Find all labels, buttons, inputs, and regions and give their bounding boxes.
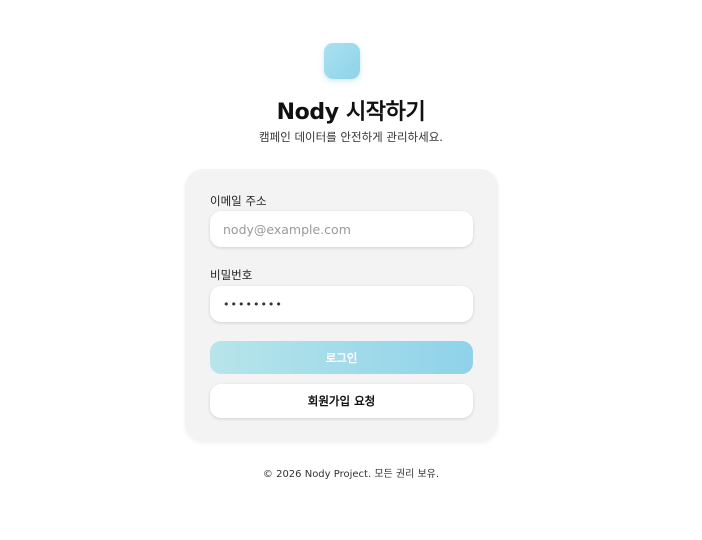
email-label: 이메일 주소 [210, 194, 267, 208]
footer-copyright: © 2026 Nody Project. 모든 권리 보유. [262, 469, 440, 480]
signup-request-button[interactable]: 회원가입 요청 [210, 384, 473, 418]
login-button[interactable]: 로그인 [210, 341, 473, 374]
login-page: Nody 시작하기 캠페인 데이터를 안전하게 관리하세요. 이메일 주소 비밀… [0, 0, 702, 540]
password-label: 비밀번호 [210, 268, 253, 282]
page-subtitle: 캠페인 데이터를 안전하게 관리하세요. [259, 130, 443, 144]
login-card: 이메일 주소 비밀번호 로그인 회원가입 요청 [185, 169, 498, 441]
password-field[interactable] [210, 286, 473, 322]
email-field[interactable] [210, 211, 473, 247]
page-title: Nody 시작하기 [276, 100, 426, 125]
app-logo-icon [324, 43, 360, 79]
